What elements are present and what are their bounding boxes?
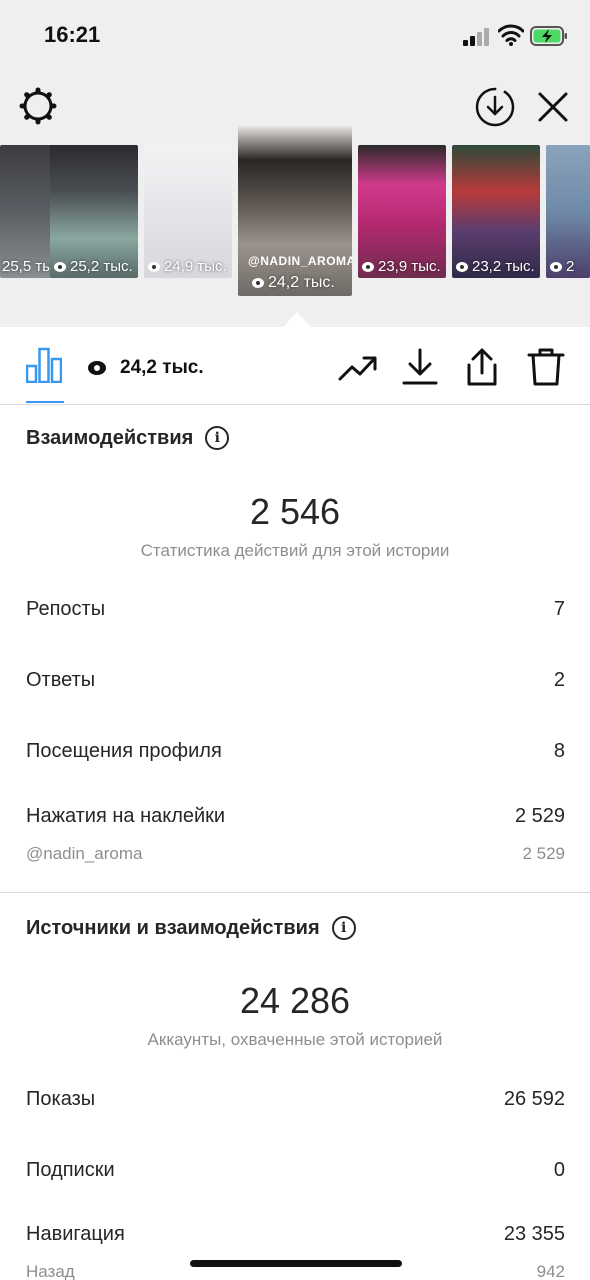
trending-up-icon[interactable]: [338, 347, 378, 387]
interactions-total: 2 546: [249, 491, 341, 532]
eye-icon: [550, 261, 562, 272]
status-bar: 16:21: [0, 0, 590, 70]
stat-value: 8: [553, 740, 565, 762]
eye-icon: [252, 278, 264, 288]
story-thumbnail-selected[interactable]: @NADIN_AROMA 24,2 тыс.: [238, 126, 352, 296]
discovery-total: 24 286: [239, 980, 351, 1021]
story-thumbnail-strip[interactable]: 25,5 тыс. 25,2 тыс. 24,9 тыс. @NADIN_ARO…: [0, 126, 590, 301]
stat-row: Подписки 0: [26, 1159, 565, 1182]
story-header-area: 16:21 25,5 тыс. 25,2 тыс. 24,9 тыс. @NAD…: [0, 0, 590, 327]
stat-value: 23 355: [503, 1223, 565, 1245]
story-thumbnail[interactable]: 23,9 тыс.: [358, 145, 446, 278]
story-thumbnail[interactable]: 23,2 тыс.: [452, 145, 540, 278]
stat-label: Посещения профиля: [26, 740, 222, 762]
battery-charging-icon: [530, 26, 567, 46]
stat-row: Репосты 7: [26, 598, 565, 621]
eye-icon: [148, 261, 160, 272]
section-title-text: Источники и взаимодействия: [26, 916, 320, 939]
stat-value: 2: [553, 669, 565, 691]
info-icon[interactable]: i: [331, 916, 356, 940]
info-icon[interactable]: i: [205, 426, 230, 450]
story-thumbnail[interactable]: 25,2 тыс.: [50, 145, 138, 278]
stat-row: Навигация 23 355: [26, 1223, 565, 1246]
eye-icon: [362, 261, 374, 272]
trash-icon[interactable]: [526, 347, 566, 387]
close-icon[interactable]: [534, 88, 572, 126]
download-circle-icon[interactable]: [474, 86, 516, 128]
stat-row: Нажатия на наклейки 2 529: [26, 805, 565, 828]
insights-toolbar: 24,2 тыс.: [0, 327, 590, 405]
eye-icon: [88, 361, 106, 375]
wifi-icon: [498, 24, 524, 46]
active-tab-indicator: [26, 401, 64, 403]
thumbnail-views: 23,2 тыс.: [456, 258, 535, 275]
stat-value: 26 592: [503, 1088, 565, 1110]
stat-value: 2 529: [514, 805, 565, 827]
download-icon[interactable]: [400, 347, 440, 387]
stat-detail-label: @nadin_aroma: [26, 844, 143, 863]
views-summary: 24,2 тыс.: [88, 357, 204, 379]
stat-label: Навигация: [26, 1223, 125, 1245]
stat-detail-row: @nadin_aroma 2 529: [26, 844, 565, 864]
eye-icon: [456, 261, 468, 272]
thumbnail-views: 24,9 тыс.: [148, 258, 227, 275]
thumbnail-views: 23,9 тыс.: [362, 258, 441, 275]
discovery-subtitle: Аккаунты, охваченные этой историей: [147, 1030, 443, 1049]
gear-icon[interactable]: [18, 86, 58, 126]
thumbnail-views: 24,2 тыс.: [252, 274, 335, 292]
stat-row: Ответы 2: [26, 669, 565, 692]
stat-label: Ответы: [26, 669, 96, 691]
stat-row: Посещения профиля 8: [26, 740, 565, 763]
stat-value: 7: [553, 598, 565, 620]
share-icon[interactable]: [462, 347, 502, 387]
home-indicator[interactable]: [190, 1260, 402, 1267]
eye-icon: [54, 261, 66, 272]
interactions-subtitle: Статистика действий для этой истории: [140, 541, 450, 560]
cellular-signal-icon: [463, 28, 491, 46]
section-title: Источники и взаимодействия i: [26, 916, 356, 940]
stat-label: Нажатия на наклейки: [26, 805, 226, 827]
stat-row: Показы 26 592: [26, 1088, 565, 1111]
bar-chart-icon[interactable]: [26, 347, 62, 383]
views-count: 24,2 тыс.: [120, 357, 204, 378]
stat-label: Репосты: [26, 598, 106, 620]
thumbnail-handle: @NADIN_AROMA: [248, 254, 352, 268]
stat-detail-label: Назад: [26, 1262, 75, 1280]
section-divider: [0, 892, 590, 893]
status-time: 16:21: [44, 22, 101, 47]
stat-label: Подписки: [26, 1159, 115, 1181]
stat-value: 0: [553, 1159, 565, 1181]
selected-story-pointer: [283, 312, 311, 327]
thumbnail-views: 25,2 тыс.: [54, 258, 133, 275]
thumbnail-image: [238, 126, 352, 296]
section-title: Взаимодействия i: [26, 426, 230, 450]
thumbnail-views: 2: [550, 258, 574, 275]
stat-detail-value: 2 529: [522, 844, 565, 863]
section-title-text: Взаимодействия: [26, 426, 194, 449]
story-thumbnail[interactable]: 24,9 тыс.: [144, 145, 232, 278]
stat-label: Показы: [26, 1088, 96, 1110]
stat-detail-value: 942: [536, 1262, 565, 1280]
story-thumbnail[interactable]: 2: [546, 145, 590, 278]
